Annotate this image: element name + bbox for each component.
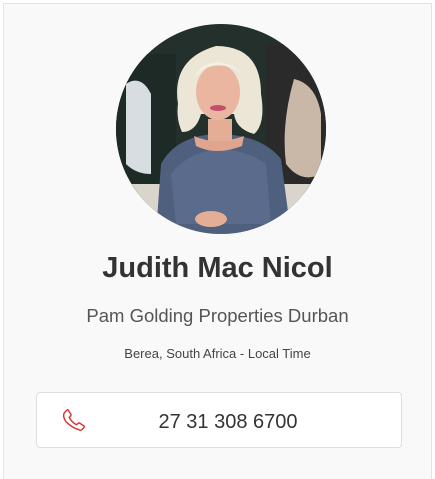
agent-location: Berea, South Africa - Local Time	[124, 346, 311, 361]
call-phone-button[interactable]: 27 31 308 6700	[36, 392, 402, 448]
agent-company: Pam Golding Properties Durban	[86, 305, 349, 326]
agent-card: Judith Mac Nicol Pam Golding Properties …	[3, 3, 432, 479]
agent-name: Judith Mac Nicol	[102, 252, 333, 284]
agent-photo	[116, 24, 326, 234]
agent-avatar	[116, 24, 326, 234]
phone-number: 27 31 308 6700	[158, 411, 298, 433]
